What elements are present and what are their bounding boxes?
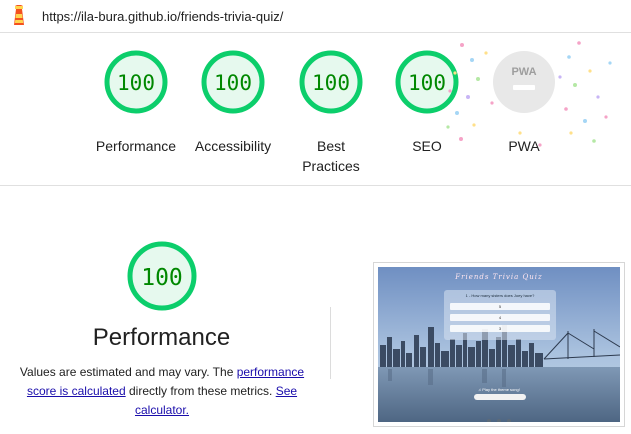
performance-score: 100 [141,265,183,291]
gauge-performance[interactable]: 100 Performance [81,49,191,156]
divider [330,307,331,379]
description-text: directly from these metrics. [125,384,276,398]
social-icon [487,419,491,422]
score-ring: 100 [201,50,265,114]
gauge-label: SEO [412,138,442,154]
score-ring: 100 [104,50,168,114]
gauge-score: 100 [408,71,446,95]
gauge-score: 100 [117,71,155,95]
question-card: 1 - How many sisters does Joey have? 5 4… [444,290,556,340]
pwa-badge-icon: PWA [493,51,555,113]
gauge-label: Accessibility [194,138,272,154]
social-icon [507,419,511,422]
question-text: 1 - How many sisters does Joey have? [465,293,535,298]
score-ring: 100 [395,50,459,114]
answer-option: 4 [450,314,550,321]
audio-player [474,394,526,400]
score-ring: 100 [299,50,363,114]
gauge-score: 100 [312,71,350,95]
lighthouse-icon [14,5,24,25]
category-gauges: 100 Performance 100 Accessibility 100 Be… [0,33,631,186]
address-bar: https://ila-bura.github.io/friends-trivi… [0,0,631,33]
gauge-score: 100 [214,71,252,95]
final-screenshot[interactable]: Friends Trivia Quiz 1 - How many sisters… [373,262,625,427]
description-text: Values are estimated and may vary. The [19,365,237,379]
gauge-seo[interactable]: 100 SEO [372,49,482,156]
performance-detail: 100 Performance Values are estimated and… [0,187,631,434]
answer-option: 3 [450,325,550,332]
gauge-pwa[interactable]: PWA PWA [469,49,579,156]
gauge-best-practices[interactable]: 100 Best Practices [276,49,386,176]
gauge-accessibility[interactable]: 100 Accessibility [178,49,288,156]
answer-option: 5 [450,303,550,310]
pwa-badge-text: PWA [511,66,536,78]
performance-score-ring: 100 [127,241,197,311]
performance-title: Performance [92,324,231,351]
gauge-label: Performance [95,138,177,154]
gauge-label: Best Practices [302,138,360,174]
social-icons [484,410,514,422]
performance-description: Values are estimated and may vary. The p… [16,363,308,420]
quiz-title: Friends Trivia Quiz [455,273,543,281]
url-text[interactable]: https://ila-bura.github.io/friends-trivi… [42,9,283,24]
gauge-label: PWA [508,138,540,154]
play-theme-text: ♫ Play the theme song! [478,387,520,392]
social-icon [497,419,501,422]
screenshot-image: Friends Trivia Quiz 1 - How many sisters… [378,267,620,422]
